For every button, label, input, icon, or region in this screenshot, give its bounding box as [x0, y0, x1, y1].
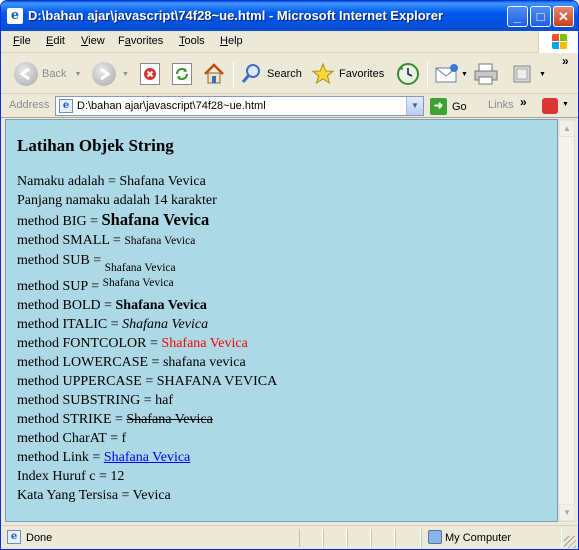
- line-charat: method CharAT = f: [17, 431, 127, 446]
- back-arrow-icon: [14, 62, 38, 86]
- vertical-scrollbar[interactable]: ▲ ▼: [558, 119, 575, 522]
- page-heading: Latihan Objek String: [17, 136, 174, 155]
- printer-icon: [473, 62, 499, 86]
- minimize-button[interactable]: _: [507, 6, 528, 27]
- mail-button[interactable]: ▼: [434, 60, 468, 88]
- search-button[interactable]: Search: [240, 60, 302, 88]
- search-icon: [240, 62, 264, 86]
- line-substring: method SUBSTRING = haf: [17, 393, 174, 408]
- shafana-vevica-link[interactable]: Shafana Vevica: [104, 450, 190, 465]
- page-icon: e: [59, 99, 73, 113]
- extension-dropdown-icon[interactable]: ▼: [562, 101, 569, 108]
- menu-file[interactable]: File: [13, 35, 31, 47]
- refresh-icon: [172, 63, 192, 85]
- status-text: Done: [26, 532, 53, 544]
- line-bold: method BOLD = Shafana Vevica: [17, 298, 207, 313]
- status-cell: [395, 529, 421, 547]
- status-cell: [371, 529, 395, 547]
- home-icon: [202, 62, 226, 86]
- line-italic: method ITALIC = Shafana Vevica: [17, 317, 209, 332]
- back-dropdown-icon[interactable]: ▼: [74, 71, 81, 78]
- address-label: Address: [9, 99, 50, 111]
- toolbar-separator: [427, 62, 428, 88]
- mail-dropdown-icon[interactable]: ▼: [461, 71, 468, 78]
- forward-arrow-icon: [92, 62, 116, 86]
- resize-grip-icon[interactable]: [564, 536, 576, 548]
- edit-page-icon: [511, 63, 533, 85]
- stop-button[interactable]: [140, 60, 160, 88]
- home-button[interactable]: [202, 60, 226, 88]
- title-bar: e D:\bahan ajar\javascript\74f28~ue.html…: [1, 1, 578, 31]
- line-sup: method SUP = Shafana Vevica: [17, 277, 174, 294]
- edit-dropdown-icon[interactable]: ▼: [539, 71, 546, 78]
- status-cell: [347, 529, 371, 547]
- zone-text: My Computer: [445, 532, 512, 544]
- stop-icon: [140, 63, 160, 85]
- status-bar: e Done My Computer: [1, 525, 578, 549]
- forward-button[interactable]: ▼: [92, 60, 129, 88]
- go-arrow-icon: ➜: [430, 98, 447, 115]
- close-button[interactable]: ✕: [553, 6, 574, 27]
- menu-bar: File Edit View Favorites Tools Help: [1, 31, 578, 53]
- address-input[interactable]: e D:\bahan ajar\javascript\74f28~ue.html…: [55, 96, 424, 116]
- line-uppercase: method UPPERCASE = SHAFANA VEVICA: [17, 374, 278, 389]
- toolbar-overflow-chevron[interactable]: »: [562, 54, 569, 68]
- star-icon: [311, 62, 335, 86]
- menu-help[interactable]: Help: [220, 35, 243, 47]
- line-strike: method STRIKE = Shafana Vevica: [17, 412, 213, 427]
- line-small: method SMALL = Shafana Vevica: [17, 233, 196, 248]
- toolbar-extension-icon[interactable]: [542, 98, 558, 114]
- standard-toolbar: Back ▼ ▼ Search Favorites ▼ ▼ »: [1, 54, 578, 94]
- line-fontcolor: method FONTCOLOR = Shafana Vevica: [17, 336, 248, 351]
- menu-tools[interactable]: Tools: [179, 35, 205, 47]
- my-computer-icon: [428, 530, 442, 544]
- edit-button[interactable]: ▼: [511, 60, 546, 88]
- toolbar-separator: [233, 62, 234, 88]
- line-link: method Link = Shafana Vevica: [17, 450, 191, 465]
- line-big: method BIG = Shafana Vevica: [17, 210, 210, 229]
- back-button[interactable]: Back ▼: [14, 60, 81, 88]
- go-button[interactable]: ➜ Go: [430, 98, 467, 115]
- links-chevron[interactable]: »: [520, 95, 527, 109]
- address-dropdown-button[interactable]: ▼: [406, 97, 423, 115]
- window-title: D:\bahan ajar\javascript\74f28~ue.html -…: [28, 8, 444, 23]
- ie-e-icon: e: [7, 8, 23, 24]
- windows-logo-icon: [538, 31, 578, 53]
- line-rest: Kata Yang Tersisa = Vevica: [17, 488, 171, 503]
- favorites-button[interactable]: Favorites: [311, 60, 384, 88]
- address-url: D:\bahan ajar\javascript\74f28~ue.html: [77, 100, 266, 112]
- scroll-down-icon[interactable]: ▼: [559, 504, 575, 521]
- history-button[interactable]: [395, 60, 421, 88]
- menu-edit[interactable]: Edit: [46, 35, 65, 47]
- page-content: Latihan Objek String Namaku adalah = Sha…: [5, 119, 558, 522]
- scroll-up-icon[interactable]: ▲: [559, 120, 575, 137]
- address-bar: Address e D:\bahan ajar\javascript\74f28…: [1, 95, 578, 118]
- line-name: Namaku adalah = Shafana Vevica: [17, 174, 206, 189]
- line-length: Panjang namaku adalah 14 karakter: [17, 193, 217, 208]
- line-lowercase: method LOWERCASE = shafana vevica: [17, 355, 246, 370]
- refresh-button[interactable]: [172, 60, 192, 88]
- ie-window: e D:\bahan ajar\javascript\74f28~ue.html…: [0, 0, 579, 550]
- menu-view[interactable]: View: [81, 35, 105, 47]
- page-done-icon: e: [7, 530, 21, 544]
- status-cell: [299, 529, 323, 547]
- print-button[interactable]: [473, 60, 499, 88]
- line-index: Index Huruf c = 12: [17, 469, 125, 484]
- line-sub: method SUB = Shafana Vevica: [17, 253, 176, 274]
- links-label[interactable]: Links: [488, 99, 514, 111]
- forward-dropdown-icon[interactable]: ▼: [122, 71, 129, 78]
- history-icon: [395, 61, 421, 87]
- status-cell: [323, 529, 347, 547]
- menu-favorites[interactable]: Favorites: [118, 35, 163, 47]
- maximize-button[interactable]: □: [530, 6, 551, 27]
- mail-icon: [434, 62, 460, 86]
